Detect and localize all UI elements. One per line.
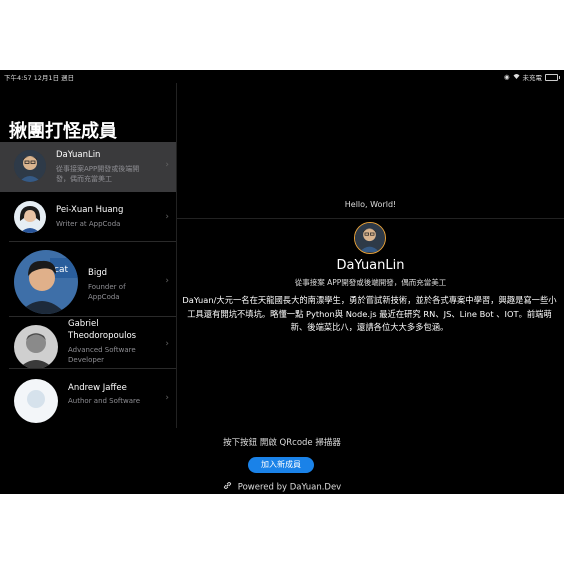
app-screen: 下午4:57 12月1日 週日 ◉ 未充電 揪團打怪成員 DaYuanLin 從… — [0, 70, 564, 494]
status-bar: 下午4:57 12月1日 週日 ◉ 未充電 — [0, 70, 564, 83]
member-name: Andrew Jaffee — [68, 383, 127, 393]
avatar: cat — [14, 250, 78, 314]
wifi-icon — [513, 73, 520, 81]
member-desc-line1: Advanced Software — [68, 346, 136, 354]
member-desc-line1: Writer at AppCoda — [56, 220, 121, 228]
powered-by-link[interactable]: Powered by DaYuan.Dev — [238, 483, 341, 493]
svg-text:cat: cat — [54, 265, 68, 275]
member-name-line2: Theodoropoulos — [68, 331, 137, 341]
avatar — [14, 325, 58, 369]
qrcode-scan-hint: 按下按鈕 開啟 QRcode 掃描器 — [223, 438, 341, 448]
member-row-pei-xuan-huang[interactable]: Pei-Xuan Huang Writer at AppCoda › — [0, 192, 176, 242]
battery-icon — [545, 73, 560, 81]
member-desc-line1: Author and Software — [68, 397, 141, 405]
chevron-right-icon: › — [165, 276, 169, 286]
chevron-right-icon: › — [165, 393, 169, 403]
member-name-line1: Gabriel — [68, 319, 99, 329]
member-desc-line1: Founder of — [88, 283, 126, 291]
avatar — [14, 150, 46, 182]
member-row-dayuanlin[interactable]: DaYuanLin 從事接案APP開發或後端開 發，偶而充當美工 › — [0, 142, 176, 192]
add-member-button[interactable]: 加入新成員 — [248, 457, 314, 473]
member-desc-line1: 從事接案APP開發或後端開 — [56, 165, 140, 173]
page-title: 揪團打怪成員 — [9, 121, 117, 142]
detail-avatar — [354, 222, 386, 254]
member-desc-line2: AppCoda — [88, 293, 120, 301]
powered-by: Powered by DaYuan.Dev — [0, 481, 564, 493]
member-row-bigd[interactable]: cat Bigd Founder of AppCoda › — [0, 242, 176, 317]
detail-description: DaYuan/大元一名在天龍國長大的南漂學生，勇於嘗試新技術，並於各式專案中學習… — [182, 295, 557, 332]
footer: 按下按鈕 開啟 QRcode 掃描器 加入新成員 Powered by DaYu… — [0, 428, 564, 494]
member-list: 揪團打怪成員 DaYuanLin 從事接案APP開發或後端開 發，偶而充當美工 … — [0, 83, 177, 428]
chevron-right-icon: › — [165, 160, 169, 170]
detail-name: DaYuanLin — [336, 258, 405, 273]
member-row-andrew-jaffee[interactable]: Andrew Jaffee Author and Software › — [0, 369, 176, 428]
status-time-date: 下午4:57 12月1日 週日 — [4, 74, 75, 82]
avatar — [14, 201, 46, 233]
detail-role: 從事接案 APP開發或後端開發，偶而充當美工 — [294, 278, 447, 287]
member-name: DaYuanLin — [56, 150, 101, 160]
greeting-label: Hello, World! — [344, 200, 397, 209]
avatar — [14, 379, 58, 423]
member-name: Bigd — [88, 268, 107, 278]
member-detail: Hello, World! DaYuanLin 從事接案 APP開發或後端開發，… — [177, 83, 564, 428]
chevron-right-icon: › — [165, 339, 169, 349]
link-icon — [223, 481, 232, 493]
member-name: Pei-Xuan Huang — [56, 205, 124, 215]
chevron-right-icon: › — [165, 212, 169, 222]
member-desc-line2: 發，偶而充當美工 — [56, 175, 112, 183]
charge-status: 未充電 — [522, 74, 543, 82]
member-row-gabriel-theodoropoulos[interactable]: Gabriel Theodoropoulos Advanced Software… — [0, 317, 176, 369]
location-icon: ◉ — [503, 73, 510, 81]
divider — [177, 218, 564, 219]
member-desc-line2: Developer — [68, 356, 105, 364]
